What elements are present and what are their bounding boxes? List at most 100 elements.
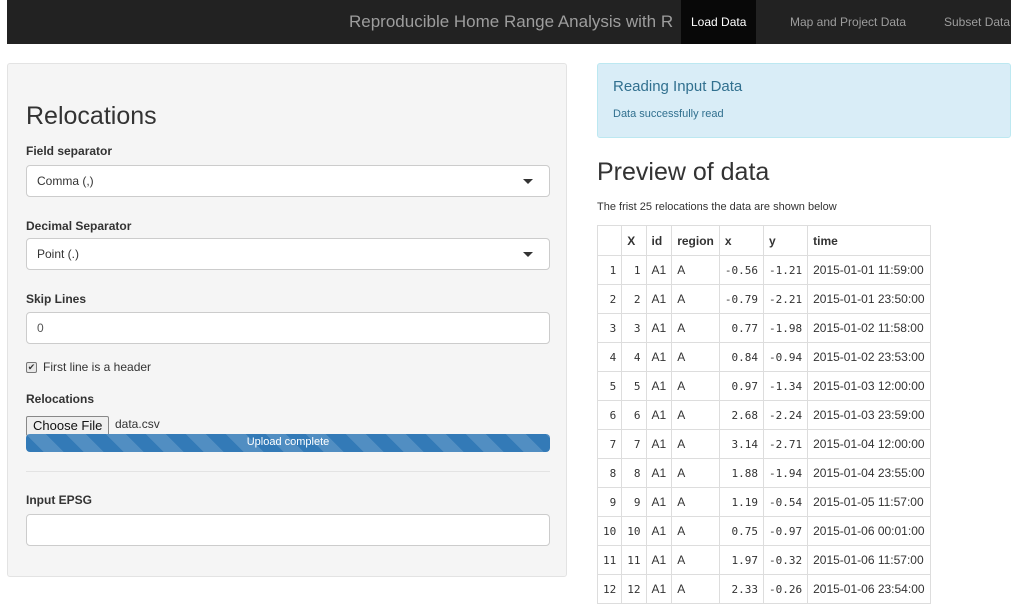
table-row: 6 6 A1 A 2.68 -2.24 2015-01-03 23:59:00 <box>596 400 931 430</box>
table-cell: -1.21 <box>762 255 809 285</box>
field-separator-label: Field separator <box>26 144 113 158</box>
preview-title: Preview of data <box>597 158 770 186</box>
table-row: 10 10 A1 A 0.75 -0.97 2015-01-06 00:01:00 <box>596 516 931 546</box>
table-cell: -0.94 <box>762 342 809 372</box>
table-cell: 9 <box>621 487 647 517</box>
table-cell: A <box>671 516 720 546</box>
table-cell: A1 <box>645 342 673 372</box>
table-header-row: Xid region x y time <box>596 225 931 256</box>
table-cell: 2015-01-06 00:01:00 <box>807 516 931 546</box>
table-cell: A1 <box>645 429 673 459</box>
table-cell: 4 <box>621 342 647 372</box>
header-checkbox-label: First line is a header <box>43 360 152 374</box>
table-cell: 11 <box>621 545 647 575</box>
column-header: id <box>645 225 673 256</box>
table-cell: -0.26 <box>762 574 809 604</box>
field-separator-value: Comma (,) <box>37 174 94 188</box>
table-cell: A1 <box>645 313 673 343</box>
table-cell: 2015-01-02 11:58:00 <box>807 313 931 343</box>
tab-load-data[interactable]: Load Data <box>681 0 757 44</box>
table-cell: 0.75 <box>718 516 764 546</box>
table-cell: 1 <box>596 255 623 285</box>
table-row: 5 5 A1 A 0.97 -1.34 2015-01-03 12:00:00 <box>596 371 931 401</box>
table-cell: 11 <box>596 545 623 575</box>
table-cell: -0.56 <box>718 255 764 285</box>
table-cell: 3 <box>621 313 647 343</box>
table-cell: 8 <box>596 458 623 488</box>
alert-title: Reading Input Data <box>613 78 743 95</box>
field-separator-select[interactable]: Comma (,) <box>26 165 550 197</box>
table-cell: 0.84 <box>718 342 764 372</box>
table-cell: 2015-01-01 23:50:00 <box>807 284 931 314</box>
skip-lines-input[interactable]: 0 <box>26 312 550 344</box>
navbar: Reproducible Home Range Analysis with R … <box>7 0 1011 44</box>
table-cell: 5 <box>596 371 623 401</box>
table-cell: 1.97 <box>718 545 764 575</box>
table-cell: A1 <box>645 516 673 546</box>
table-cell: A1 <box>645 458 673 488</box>
table-cell: -2.71 <box>762 429 809 459</box>
chevron-down-icon <box>523 179 533 184</box>
status-alert: Reading Input Data Data successfully rea… <box>597 63 1011 138</box>
choose-file-button[interactable]: Choose File <box>26 416 110 436</box>
divider <box>26 471 550 472</box>
table-cell: 4 <box>596 342 623 372</box>
table-cell: 7 <box>596 429 623 459</box>
tab-map-and-project-data[interactable]: Map and Project Data <box>780 0 916 44</box>
column-header: time <box>807 225 931 256</box>
table-cell: 1.19 <box>718 487 764 517</box>
table-cell: 2015-01-04 23:55:00 <box>807 458 931 488</box>
column-header: y <box>762 225 809 256</box>
column-header: x <box>718 225 764 256</box>
table-row: 8 8 A1 A 1.88 -1.94 2015-01-04 23:55:00 <box>596 458 931 488</box>
table-cell: A1 <box>645 574 673 604</box>
app-title: Reproducible Home Range Analysis with R <box>349 12 674 31</box>
table-cell: 2015-01-06 23:54:00 <box>807 574 931 604</box>
table-cell: 12 <box>621 574 647 604</box>
table-cell: -1.34 <box>762 371 809 401</box>
table-cell: A1 <box>645 255 673 285</box>
data-preview-table: Xid region x y time 1 1 A1 A -0.56 -1.21 2015-01-0… <box>596 225 931 604</box>
table-row: 1 1 A1 A -0.56 -1.21 2015-01-01 11:59:00 <box>596 255 931 285</box>
table-cell: A <box>671 255 720 285</box>
column-header <box>596 225 623 256</box>
table-cell: 6 <box>621 400 647 430</box>
table-cell: 10 <box>596 516 623 546</box>
header-checkbox[interactable]: ✔ <box>26 362 37 374</box>
input-epsg-field[interactable] <box>26 514 550 546</box>
table-cell: 2015-01-03 23:59:00 <box>807 400 931 430</box>
header-checkbox-row[interactable]: ✔ First line is a header <box>26 360 151 374</box>
table-cell: 2 <box>596 284 623 314</box>
decimal-separator-value: Point (.) <box>37 247 80 261</box>
table-cell: 5 <box>621 371 647 401</box>
table-cell: 3 <box>596 313 623 343</box>
table-cell: 12 <box>596 574 623 604</box>
table-cell: 2015-01-03 12:00:00 <box>807 371 931 401</box>
decimal-separator-select[interactable]: Point (.) <box>26 238 550 270</box>
table-cell: 2 <box>621 284 647 314</box>
table-cell: 8 <box>621 458 647 488</box>
tab-subset-data[interactable]: Subset Data <box>934 0 1011 44</box>
table-cell: A1 <box>645 400 673 430</box>
table-cell: 2.68 <box>718 400 764 430</box>
table-row: 3 3 A1 A 0.77 -1.98 2015-01-02 11:58:00 <box>596 313 931 343</box>
alert-message: Data successfully read <box>613 108 724 120</box>
table-cell: 6 <box>596 400 623 430</box>
column-header: region <box>671 225 720 256</box>
sidebar-panel: Relocations Field separator Comma (,) De… <box>7 63 567 577</box>
file-name: data.csv <box>115 417 160 431</box>
skip-lines-label: Skip Lines <box>26 292 87 306</box>
table-cell: 7 <box>621 429 647 459</box>
table-row: 4 4 A1 A 0.84 -0.94 2015-01-02 23:53:00 <box>596 342 931 372</box>
upload-progress-bar: Upload complete <box>26 434 550 452</box>
table-cell: A <box>671 545 720 575</box>
table-cell: 3.14 <box>718 429 764 459</box>
table-cell: 1 <box>621 255 647 285</box>
table-cell: A <box>671 313 720 343</box>
table-cell: A1 <box>645 284 673 314</box>
table-cell: 1.88 <box>718 458 764 488</box>
table-cell: A <box>671 574 720 604</box>
table-cell: 2.33 <box>718 574 764 604</box>
table-cell: 2015-01-05 11:57:00 <box>807 487 931 517</box>
table-cell: 9 <box>596 487 623 517</box>
